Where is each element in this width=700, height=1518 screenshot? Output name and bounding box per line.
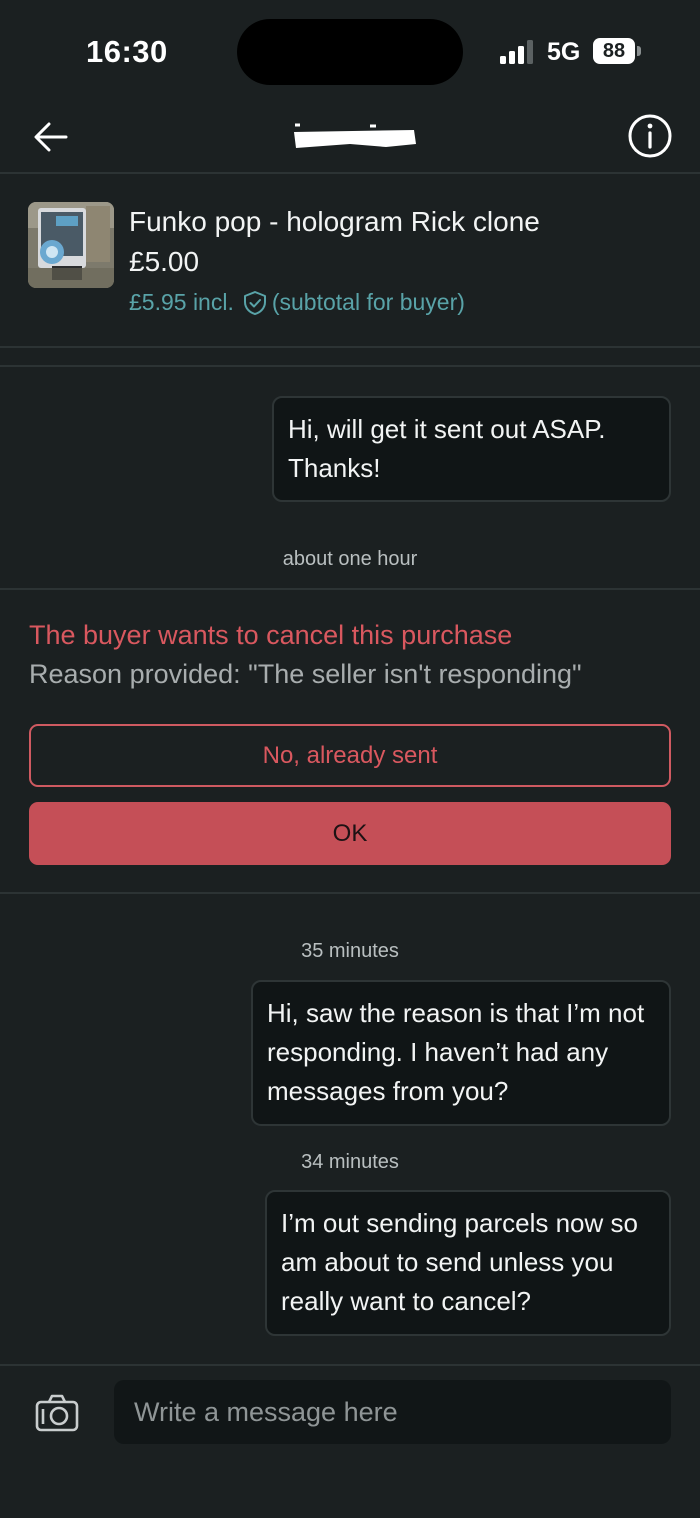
message-text: Hi, will get it sent out ASAP. Thanks! xyxy=(288,414,606,483)
cancel-reason: Reason provided: "The seller isn't respo… xyxy=(29,659,582,689)
subtotal-note: (subtotal for buyer) xyxy=(271,289,465,315)
battery-level: 88 xyxy=(602,40,626,62)
back-arrow-icon[interactable] xyxy=(28,114,74,160)
info-icon[interactable] xyxy=(626,112,674,160)
status-bar: 16:30 5G 88 xyxy=(0,0,700,100)
dynamic-island xyxy=(237,19,463,85)
message-text: I’m out sending parcels now so am about … xyxy=(281,1208,638,1316)
message-bubble: I’m out sending parcels now so am about … xyxy=(265,1190,671,1336)
already-sent-button[interactable]: No, already sent xyxy=(29,724,671,787)
product-thumbnail[interactable] xyxy=(28,202,114,288)
product-title: Funko pop - hologram Rick clone xyxy=(129,206,540,237)
message-input[interactable] xyxy=(114,1380,671,1444)
message-timestamp: about one hour xyxy=(282,548,418,570)
divider xyxy=(0,365,700,367)
username-redacted xyxy=(294,123,416,148)
product-price: £5.00 xyxy=(129,246,200,277)
message-timestamp: 35 minutes xyxy=(301,940,399,962)
message-composer xyxy=(0,1364,700,1518)
price-incl: £5.95 incl. xyxy=(129,289,234,315)
ok-button[interactable]: OK xyxy=(29,802,671,865)
message-bubble: Hi, saw the reason is that I’m not respo… xyxy=(251,980,671,1126)
signal-icon xyxy=(500,40,533,64)
divider xyxy=(0,892,700,894)
chat-screen: 16:30 5G 88 Funko pop - hologram Rick cl… xyxy=(0,0,700,1518)
message-timestamp: 34 minutes xyxy=(301,1151,399,1173)
network-type: 5G xyxy=(547,38,581,66)
status-time: 16:30 xyxy=(86,34,168,69)
camera-icon[interactable] xyxy=(35,1393,79,1433)
message-text: Hi, saw the reason is that I’m not respo… xyxy=(267,998,645,1106)
battery-icon: 88 xyxy=(593,38,635,64)
shield-check-icon xyxy=(243,290,266,315)
nav-bar xyxy=(0,100,700,174)
cancel-request-title: The buyer wants to cancel this purchase xyxy=(29,620,513,650)
buyer-price-row[interactable]: £5.95 incl. (subtotal for buyer) xyxy=(129,289,465,316)
divider xyxy=(0,588,700,590)
product-header[interactable]: Funko pop - hologram Rick clone £5.00 £5… xyxy=(0,176,700,348)
message-bubble: Hi, will get it sent out ASAP. Thanks! xyxy=(272,396,671,502)
battery-cap xyxy=(637,46,641,56)
